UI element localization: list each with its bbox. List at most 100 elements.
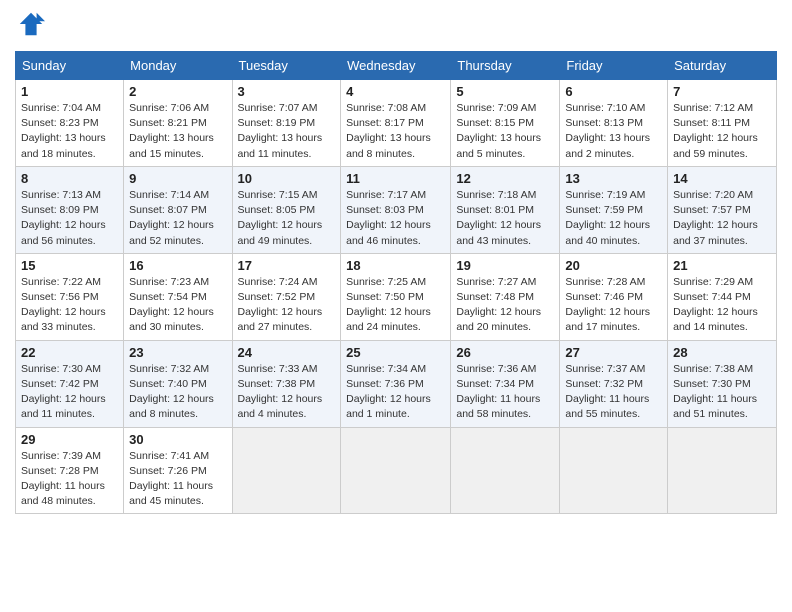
day-detail: Sunrise: 7:38 AMSunset: 7:30 PMDaylight:… [673,362,771,423]
day-detail: Sunrise: 7:18 AMSunset: 8:01 PMDaylight:… [456,188,554,249]
calendar-cell [668,427,777,514]
calendar-week-4: 22 Sunrise: 7:30 AMSunset: 7:42 PMDayligh… [16,340,777,427]
calendar-cell: 22 Sunrise: 7:30 AMSunset: 7:42 PMDayligh… [16,340,124,427]
calendar-cell: 8 Sunrise: 7:13 AMSunset: 8:09 PMDaylight… [16,166,124,253]
day-number: 23 [129,345,226,360]
day-detail: Sunrise: 7:30 AMSunset: 7:42 PMDaylight:… [21,362,118,423]
day-detail: Sunrise: 7:22 AMSunset: 7:56 PMDaylight:… [21,275,118,336]
logo-icon [17,10,45,38]
calendar-cell: 10Sunrise: 7:15 AMSunset: 8:05 PMDayligh… [232,166,341,253]
calendar-cell: 7 Sunrise: 7:12 AMSunset: 8:11 PMDaylight… [668,80,777,167]
day-number: 28 [673,345,771,360]
day-detail: Sunrise: 7:32 AMSunset: 7:40 PMDaylight:… [129,362,226,423]
calendar-cell: 4 Sunrise: 7:08 AMSunset: 8:17 PMDaylight… [341,80,451,167]
day-number: 7 [673,84,771,99]
day-number: 29 [21,432,118,447]
day-detail: Sunrise: 7:19 AMSunset: 7:59 PMDaylight:… [565,188,662,249]
calendar-cell: 5Sunrise: 7:09 AMSunset: 8:15 PMDaylight… [451,80,560,167]
calendar-cell: 19 Sunrise: 7:27 AMSunset: 7:48 PMDayligh… [451,253,560,340]
day-number: 20 [565,258,662,273]
day-detail: Sunrise: 7:24 AMSunset: 7:52 PMDaylight:… [238,275,336,336]
day-number: 22 [21,345,118,360]
day-detail: Sunrise: 7:29 AMSunset: 7:44 PMDaylight:… [673,275,771,336]
calendar-cell: 6 Sunrise: 7:10 AMSunset: 8:13 PMDaylight… [560,80,668,167]
day-detail: Sunrise: 7:36 AMSunset: 7:34 PMDaylight:… [456,362,554,423]
day-number: 2 [129,84,226,99]
day-number: 15 [21,258,118,273]
day-number: 8 [21,171,118,186]
calendar-cell: 20Sunrise: 7:28 AMSunset: 7:46 PMDayligh… [560,253,668,340]
calendar-cell: 24Sunrise: 7:33 AMSunset: 7:38 PMDayligh… [232,340,341,427]
calendar-cell: 17 Sunrise: 7:24 AMSunset: 7:52 PMDayligh… [232,253,341,340]
day-number: 18 [346,258,445,273]
day-number: 19 [456,258,554,273]
day-detail: Sunrise: 7:23 AMSunset: 7:54 PMDaylight:… [129,275,226,336]
day-detail: Sunrise: 7:17 AMSunset: 8:03 PMDaylight:… [346,188,445,249]
calendar-week-3: 15 Sunrise: 7:22 AMSunset: 7:56 PMDayligh… [16,253,777,340]
calendar-cell: 9 Sunrise: 7:14 AMSunset: 8:07 PMDaylight… [124,166,232,253]
weekday-header-saturday: Saturday [668,52,777,80]
day-detail: Sunrise: 7:04 AMSunset: 8:23 PMDaylight:… [21,101,118,162]
calendar-cell: 25Sunrise: 7:34 AMSunset: 7:36 PMDayligh… [341,340,451,427]
day-number: 21 [673,258,771,273]
calendar-cell: 18 Sunrise: 7:25 AMSunset: 7:50 PMDayligh… [341,253,451,340]
day-detail: Sunrise: 7:14 AMSunset: 8:07 PMDaylight:… [129,188,226,249]
day-detail: Sunrise: 7:33 AMSunset: 7:38 PMDaylight:… [238,362,336,423]
weekday-header-tuesday: Tuesday [232,52,341,80]
day-number: 4 [346,84,445,99]
day-detail: Sunrise: 7:10 AMSunset: 8:13 PMDaylight:… [565,101,662,162]
calendar-week-2: 8 Sunrise: 7:13 AMSunset: 8:09 PMDaylight… [16,166,777,253]
day-number: 17 [238,258,336,273]
weekday-header-wednesday: Wednesday [341,52,451,80]
day-detail: Sunrise: 7:13 AMSunset: 8:09 PMDaylight:… [21,188,118,249]
day-detail: Sunrise: 7:07 AMSunset: 8:19 PMDaylight:… [238,101,336,162]
day-detail: Sunrise: 7:12 AMSunset: 8:11 PMDaylight:… [673,101,771,162]
weekday-header-monday: Monday [124,52,232,80]
day-number: 5 [456,84,554,99]
day-detail: Sunrise: 7:20 AMSunset: 7:57 PMDaylight:… [673,188,771,249]
day-detail: Sunrise: 7:37 AMSunset: 7:32 PMDaylight:… [565,362,662,423]
calendar-cell: 16 Sunrise: 7:23 AMSunset: 7:54 PMDayligh… [124,253,232,340]
calendar-table: SundayMondayTuesdayWednesdayThursdayFrid… [15,51,777,514]
day-number: 30 [129,432,226,447]
day-detail: Sunrise: 7:15 AMSunset: 8:05 PMDaylight:… [238,188,336,249]
calendar-cell: 13Sunrise: 7:19 AMSunset: 7:59 PMDayligh… [560,166,668,253]
calendar-cell [451,427,560,514]
day-number: 3 [238,84,336,99]
day-detail: Sunrise: 7:39 AMSunset: 7:28 PMDaylight:… [21,449,118,510]
day-number: 6 [565,84,662,99]
calendar-cell: 3 Sunrise: 7:07 AMSunset: 8:19 PMDaylight… [232,80,341,167]
calendar-cell: 15 Sunrise: 7:22 AMSunset: 7:56 PMDayligh… [16,253,124,340]
calendar-week-1: 1 Sunrise: 7:04 AMSunset: 8:23 PMDaylight… [16,80,777,167]
logo [15,10,49,43]
calendar-cell: 2 Sunrise: 7:06 AMSunset: 8:21 PMDaylight… [124,80,232,167]
calendar-cell: 26 Sunrise: 7:36 AMSunset: 7:34 PMDayligh… [451,340,560,427]
calendar-cell: 1 Sunrise: 7:04 AMSunset: 8:23 PMDaylight… [16,80,124,167]
calendar-cell: 30Sunrise: 7:41 AMSunset: 7:26 PMDayligh… [124,427,232,514]
calendar-cell: 12Sunrise: 7:18 AMSunset: 8:01 PMDayligh… [451,166,560,253]
day-detail: Sunrise: 7:06 AMSunset: 8:21 PMDaylight:… [129,101,226,162]
day-number: 9 [129,171,226,186]
calendar-cell [341,427,451,514]
calendar-cell [232,427,341,514]
day-detail: Sunrise: 7:25 AMSunset: 7:50 PMDaylight:… [346,275,445,336]
day-number: 16 [129,258,226,273]
day-number: 11 [346,171,445,186]
day-number: 1 [21,84,118,99]
calendar-cell: 27 Sunrise: 7:37 AMSunset: 7:32 PMDayligh… [560,340,668,427]
day-detail: Sunrise: 7:08 AMSunset: 8:17 PMDaylight:… [346,101,445,162]
day-number: 27 [565,345,662,360]
calendar-cell: 11 Sunrise: 7:17 AMSunset: 8:03 PMDayligh… [341,166,451,253]
calendar-week-5: 29 Sunrise: 7:39 AMSunset: 7:28 PMDayligh… [16,427,777,514]
calendar-cell: 28 Sunrise: 7:38 AMSunset: 7:30 PMDayligh… [668,340,777,427]
calendar-cell: 29 Sunrise: 7:39 AMSunset: 7:28 PMDayligh… [16,427,124,514]
day-number: 26 [456,345,554,360]
day-number: 25 [346,345,445,360]
calendar-cell: 23 Sunrise: 7:32 AMSunset: 7:40 PMDayligh… [124,340,232,427]
calendar-header-row: SundayMondayTuesdayWednesdayThursdayFrid… [16,52,777,80]
calendar-cell: 14 Sunrise: 7:20 AMSunset: 7:57 PMDayligh… [668,166,777,253]
calendar-cell [560,427,668,514]
day-detail: Sunrise: 7:27 AMSunset: 7:48 PMDaylight:… [456,275,554,336]
weekday-header-thursday: Thursday [451,52,560,80]
day-number: 14 [673,171,771,186]
